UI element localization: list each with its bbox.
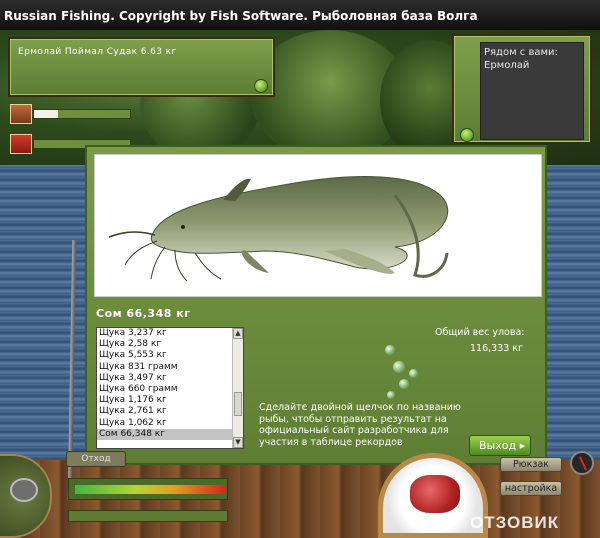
catch-list-item[interactable]: Щука 3,497 кг xyxy=(97,373,233,384)
watermark: ОТЗОВИК xyxy=(470,513,560,532)
bubble-decoration xyxy=(393,361,405,373)
window-title: Russian Fishing. Copyright by Fish Softw… xyxy=(0,0,600,30)
total-weight-label: Общий вес улова: xyxy=(435,327,525,338)
line-tension-meter xyxy=(68,478,228,500)
exit-button[interactable]: Выход ▸ xyxy=(469,435,531,456)
catch-list-item[interactable]: Щука 1,062 кг xyxy=(97,418,233,429)
catch-list-item[interactable]: Сом 66,348 кг xyxy=(97,428,233,440)
bait-icon[interactable] xyxy=(410,475,460,513)
exit-label: Выход xyxy=(479,439,517,452)
nearby-label: Рядом с вами: xyxy=(484,47,558,58)
catch-list-item[interactable]: Щука 2,761 кг xyxy=(97,406,233,417)
compass-icon[interactable] xyxy=(570,451,594,475)
food-bar-fill xyxy=(34,110,58,118)
caught-fish-name: Сом 66,348 кг xyxy=(96,307,191,320)
chat-expand-button[interactable] xyxy=(254,79,268,93)
retreat-tab[interactable]: Отход xyxy=(66,451,126,467)
reel-progress-bar xyxy=(68,510,228,522)
backpack-button[interactable]: Рюкзак xyxy=(500,457,562,472)
settings-button[interactable]: настройка xyxy=(500,481,562,496)
bubble-decoration xyxy=(409,369,418,378)
catch-list-item[interactable]: Щука 5,553 кг xyxy=(97,350,233,361)
catch-list-item[interactable]: Щука 660 грамм xyxy=(97,384,233,395)
catch-dialog: Сом 66,348 кг Щука 3,237 кг Щука 2,58 кг Щ… xyxy=(85,145,547,465)
food-bar xyxy=(33,109,131,119)
catch-list-item[interactable]: Щука 1,176 кг xyxy=(97,395,233,406)
nearby-player[interactable]: Ермолай xyxy=(484,59,529,72)
nearby-panel: Рядом с вами: Ермолай xyxy=(452,34,592,144)
scroll-thumb[interactable] xyxy=(234,392,242,416)
record-hint-text: Сделайте двойной щелчок по названию рыбы… xyxy=(259,402,461,448)
tension-bar xyxy=(75,485,225,494)
catch-list[interactable]: Щука 3,237 кг Щука 2,58 кг Щука 5,553 кг Щу… xyxy=(96,327,244,449)
nearby-list: Рядом с вами: Ермолай xyxy=(480,42,584,140)
catch-list-item[interactable]: Щука 831 грамм xyxy=(97,362,233,373)
total-weight-value: 116,333 кг xyxy=(470,343,524,354)
bubble-decoration xyxy=(387,391,395,399)
catch-list-item[interactable]: Щука 2,58 кг xyxy=(97,339,233,350)
catfish-image xyxy=(108,176,449,282)
chat-message: Ермолай Поймал Судак 6.63 кг xyxy=(18,47,177,57)
bubble-decoration xyxy=(399,379,409,389)
nearby-expand-button[interactable] xyxy=(460,128,474,142)
stone-icon[interactable] xyxy=(10,104,32,124)
bait-box-icon[interactable] xyxy=(10,134,32,154)
game-window: Russian Fishing. Copyright by Fish Softw… xyxy=(0,0,600,538)
scroll-up-icon[interactable]: ▲ xyxy=(233,328,243,339)
scroll-down-icon[interactable]: ▼ xyxy=(233,437,243,448)
fishing-reel-icon[interactable] xyxy=(10,478,38,502)
bubble-decoration xyxy=(385,345,395,355)
catch-list-items: Щука 3,237 кг Щука 2,58 кг Щука 5,553 кг Щу… xyxy=(97,328,233,440)
catch-list-item[interactable]: Щука 3,237 кг xyxy=(97,328,233,339)
compass-needle xyxy=(578,456,588,471)
chat-panel: Ермолай Поймал Судак 6.63 кг xyxy=(8,37,275,97)
fish-image-frame xyxy=(94,154,542,297)
catch-list-scrollbar[interactable]: ▲ ▼ xyxy=(232,328,243,448)
